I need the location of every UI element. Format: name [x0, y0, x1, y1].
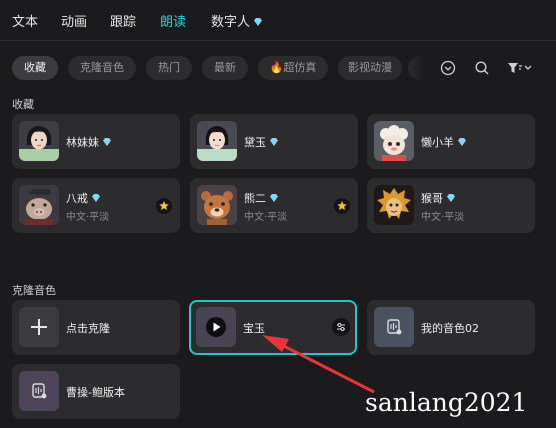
annotation-arrow: [262, 335, 375, 394]
watermark: sanlang2021: [365, 388, 528, 417]
